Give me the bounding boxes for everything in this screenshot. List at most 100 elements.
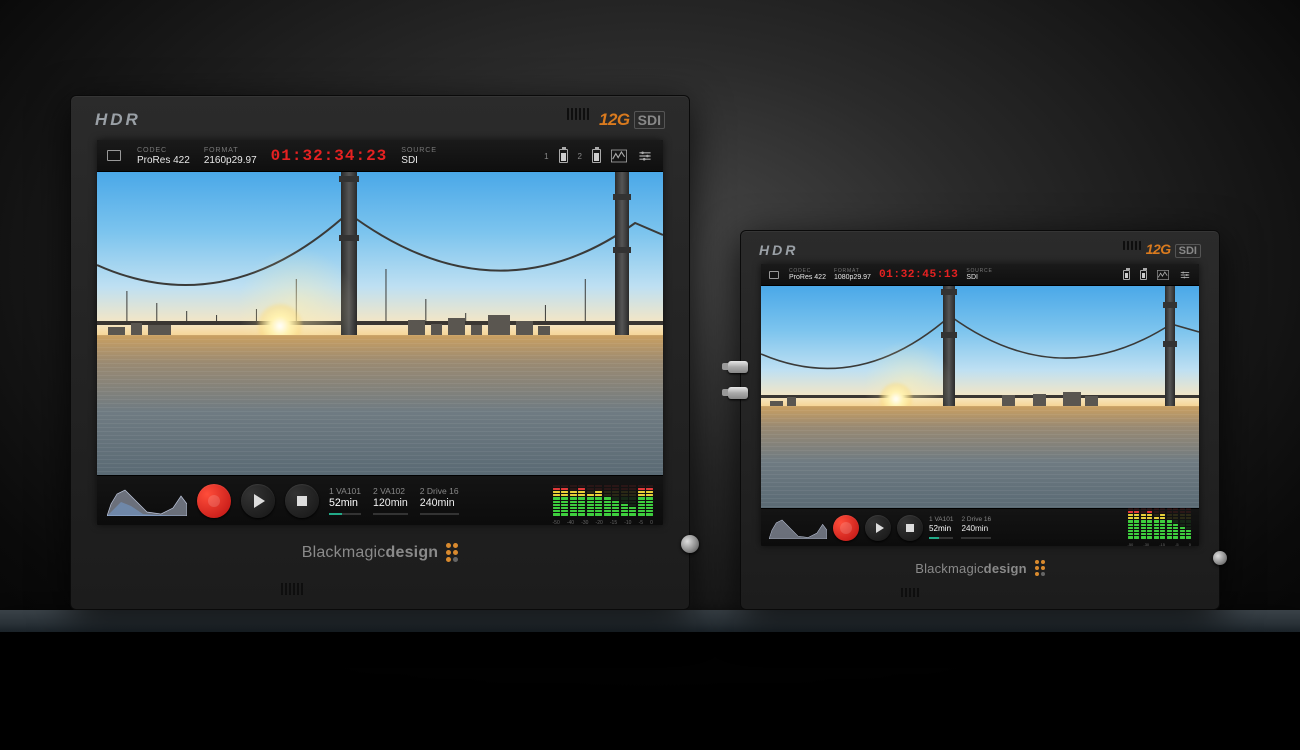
brand-label: Blackmagicdesign	[741, 546, 1219, 576]
format-value: 1080p29.97	[834, 274, 871, 282]
timecode-readout[interactable]: 01:32:45:13	[879, 269, 958, 281]
audio-meters[interactable]: -50 -30 -15 -5 0	[1128, 517, 1192, 539]
media-slot-2[interactable]: 2 Drive 16 240min	[961, 516, 991, 539]
transport-bar: 1 VA101 52min 2 VA102 120min 2 Drive 16 …	[97, 475, 663, 525]
skyline-icon	[97, 313, 663, 337]
timecode-readout[interactable]: 01:32:34:23	[271, 147, 388, 165]
bezel-top: HDR 12G SDI	[741, 231, 1219, 262]
settings-icon[interactable]	[1179, 269, 1191, 281]
histogram-icon[interactable]	[107, 486, 187, 516]
sdi-12g-label: 12G	[599, 110, 630, 130]
touch-screen[interactable]: CODEC ProRes 422 FORMAT 1080p29.97 01:32…	[761, 264, 1199, 546]
record-button[interactable]	[833, 515, 859, 541]
media-name: Drive 16	[427, 486, 459, 496]
battery-1-icon[interactable]	[1123, 270, 1130, 280]
speaker-grille-icon	[281, 583, 303, 595]
media-progress	[929, 537, 953, 539]
video-preview[interactable]	[761, 286, 1199, 508]
stop-button[interactable]	[285, 484, 319, 518]
media-name: VA101	[336, 486, 361, 496]
audio-meters[interactable]: -50 -40 -30 -20 -15 -10 -5 0	[553, 486, 654, 516]
settings-icon[interactable]	[637, 148, 653, 164]
preview-water	[97, 335, 663, 475]
source-readout[interactable]: SOURCE SDI	[966, 268, 992, 282]
stage: HDR 12G SDI CODEC ProRes 422 FORMAT 2160…	[0, 0, 1300, 750]
media-name: VA102	[380, 486, 405, 496]
brand-label: Blackmagicdesign	[71, 525, 689, 562]
media-time: 240min	[961, 524, 988, 535]
media-progress	[329, 513, 361, 515]
status-icons	[1123, 269, 1191, 281]
source-readout[interactable]: SOURCE SDI	[401, 146, 437, 167]
media-slot-1[interactable]: 1 VA101 52min	[929, 516, 953, 539]
histogram-icon[interactable]	[769, 517, 827, 539]
meter-scale: -50 -40 -30 -20 -15 -10 -5 0	[553, 520, 654, 526]
media-name: VA101	[934, 516, 953, 523]
battery-2-icon[interactable]	[1140, 270, 1147, 280]
media-time: 120min	[373, 497, 408, 511]
codec-readout[interactable]: CODEC ProRes 422	[137, 146, 190, 167]
touch-screen[interactable]: CODEC ProRes 422 FORMAT 2160p29.97 01:32…	[97, 140, 663, 525]
format-head: FORMAT	[204, 146, 257, 155]
fullscreen-icon[interactable]	[769, 269, 781, 281]
source-value: SDI	[966, 274, 992, 282]
speaker-grille-icon	[901, 588, 919, 597]
codec-readout[interactable]: CODEC ProRes 422	[789, 268, 826, 282]
media-slot-number: 2	[961, 516, 965, 523]
codec-value: ProRes 422	[789, 274, 826, 282]
headphone-jack-icon	[1213, 551, 1227, 565]
media-time: 240min	[420, 497, 455, 511]
bezel-top: HDR 12G SDI	[71, 96, 689, 136]
batt1-label: 1	[544, 152, 548, 161]
status-icons: 1 2	[544, 148, 653, 164]
sdi-badge: 12G SDI	[599, 110, 665, 130]
sdi-12g-label: 12G	[1146, 241, 1171, 257]
media-progress	[373, 513, 408, 515]
preview-water	[761, 406, 1199, 508]
media-time: 52min	[929, 524, 951, 535]
media-slot-number: 2	[373, 486, 378, 496]
media-slot-2[interactable]: 2 VA102 120min	[373, 486, 408, 515]
media-progress	[961, 537, 991, 539]
record-button[interactable]	[197, 484, 231, 518]
media-slots: 1 VA101 52min 2 VA102 120min 2 Drive 16 …	[329, 486, 459, 515]
sdi-sdi-label: SDI	[1175, 244, 1201, 258]
scopes-icon[interactable]	[1157, 269, 1169, 281]
media-slot-number: 1	[929, 516, 933, 523]
video-preview[interactable]	[97, 172, 663, 475]
brand-text: Blackmagicdesign	[302, 544, 439, 562]
battery-2-icon[interactable]	[592, 149, 601, 163]
sdi-sdi-label: SDI	[634, 111, 665, 129]
bnc-connector-icon	[728, 361, 748, 373]
status-bar: CODEC ProRes 422 FORMAT 2160p29.97 01:32…	[97, 140, 663, 172]
scopes-icon[interactable]	[611, 148, 627, 164]
play-button[interactable]	[865, 515, 891, 541]
shelf-surface	[0, 610, 1300, 632]
media-slot-3[interactable]: 2 Drive 16 240min	[420, 486, 459, 515]
media-progress	[420, 513, 459, 515]
brand-text: Blackmagicdesign	[915, 561, 1027, 576]
media-slot-number: 2	[420, 486, 425, 496]
status-bar: CODEC ProRes 422 FORMAT 1080p29.97 01:32…	[761, 264, 1199, 286]
speaker-grille-icon	[567, 108, 589, 120]
format-readout[interactable]: FORMAT 2160p29.97	[204, 146, 257, 167]
media-slots: 1 VA101 52min 2 Drive 16 240min	[929, 516, 991, 539]
media-slot-1[interactable]: 1 VA101 52min	[329, 486, 361, 515]
codec-head: CODEC	[137, 146, 190, 155]
transport-bar: 1 VA101 52min 2 Drive 16 240min -50 -30	[761, 508, 1199, 546]
format-value: 2160p29.97	[204, 155, 257, 167]
fullscreen-icon[interactable]	[107, 148, 123, 164]
brand-dots-icon	[446, 543, 458, 562]
headphone-jack-icon	[681, 535, 699, 553]
video-assist-7in: HDR 12G SDI CODEC ProRes 422 FORMAT 2160…	[70, 95, 690, 610]
media-time: 52min	[329, 497, 358, 511]
batt2-label: 2	[578, 152, 582, 161]
meter-scale: -50 -30 -15 -5 0	[1128, 542, 1192, 547]
stop-button[interactable]	[897, 515, 923, 541]
battery-1-icon[interactable]	[559, 149, 568, 163]
hdr-badge: HDR	[759, 242, 798, 258]
format-readout[interactable]: FORMAT 1080p29.97	[834, 268, 871, 282]
play-button[interactable]	[241, 484, 275, 518]
codec-value: ProRes 422	[137, 155, 190, 167]
brand-dots-icon	[1035, 560, 1045, 576]
